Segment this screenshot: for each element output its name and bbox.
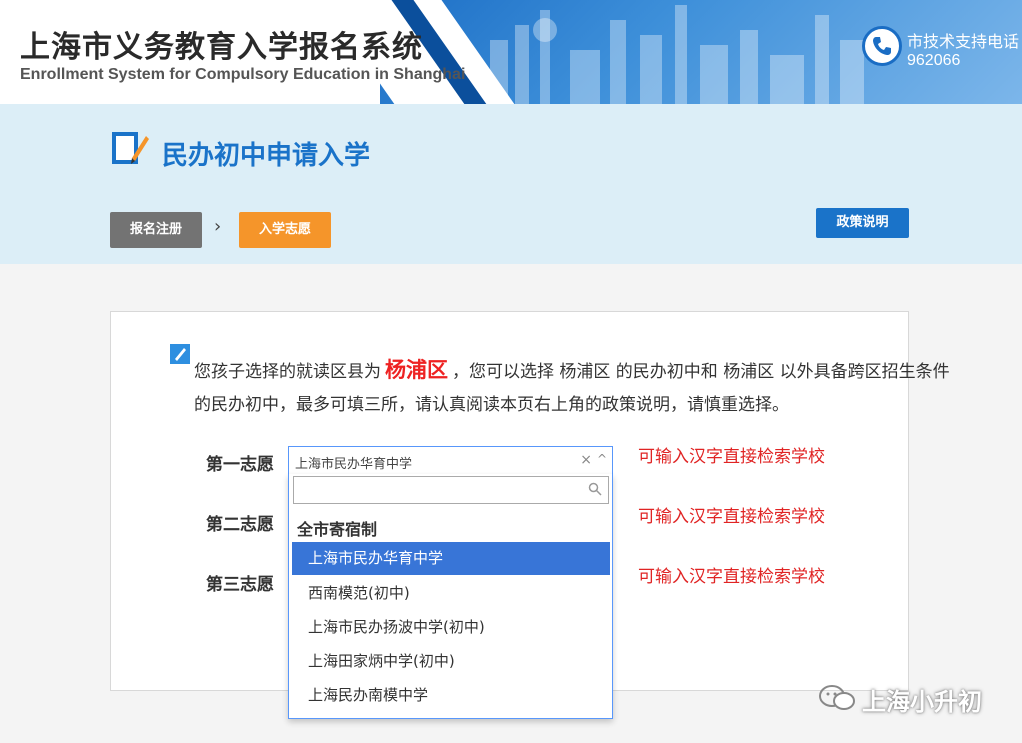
watermark: 上海小升初 — [818, 680, 998, 716]
phone-icon — [862, 26, 902, 66]
step-wishes[interactable]: 入学志愿 — [239, 212, 331, 248]
chevron-up-icon[interactable]: ^ — [597, 452, 607, 466]
school-dropdown: 全市寄宿制 上海市民办华育中学 西南模范(初中) 上海市民办扬波中学(初中) 上… — [288, 474, 613, 719]
skyline-graphic — [490, 5, 864, 104]
second-wish-hint: 可输入汉字直接检索学校 — [638, 507, 825, 527]
policy-button[interactable]: 政策说明 — [816, 208, 909, 238]
search-icon — [588, 482, 602, 496]
book-pen-icon — [112, 132, 149, 164]
selected-school: 上海市民办华育中学 — [295, 457, 413, 472]
intro-line-1: 您孩子选择的就读区县为 杨浦区 ，您可以选择 杨浦区 的民办初中和 杨浦区 以外具备… — [194, 354, 950, 384]
first-wish-hint: 可输入汉字直接检索学校 — [638, 447, 825, 467]
dropdown-option[interactable]: 上海田家炳中学(初中) — [292, 645, 610, 678]
step-registration[interactable]: 报名注册 — [110, 212, 202, 248]
watermark-text: 上海小升初 — [862, 688, 982, 716]
page-title: 民办初中申请入学 — [162, 141, 371, 171]
dropdown-option[interactable]: 上海市民办华育中学 — [292, 542, 610, 575]
pencil-icon — [170, 344, 190, 364]
second-wish-label: 第二志愿 — [206, 515, 274, 535]
dropdown-search-input[interactable] — [293, 476, 609, 504]
intro-suffix: ，您可以选择 杨浦区 的民办初中和 杨浦区 以外具备跨区招生条件 — [452, 362, 950, 382]
support-label: 市技术支持电话 — [907, 32, 1020, 51]
third-wish-hint: 可输入汉字直接检索学校 — [638, 567, 825, 587]
district-name: 杨浦区 — [385, 358, 448, 382]
site-header: 上海市义务教育入学报名系统 Enrollment System for Comp… — [0, 0, 1022, 104]
clear-icon[interactable]: × — [580, 452, 592, 468]
system-title-en: Enrollment System for Compulsory Educati… — [20, 66, 466, 83]
dropdown-option[interactable]: 西南模范(初中) — [292, 577, 610, 610]
dropdown-option[interactable]: 上海市民办扬波中学(初中) — [292, 611, 610, 644]
wechat-icon — [819, 685, 855, 710]
first-wish-select[interactable]: 上海市民办华育中学 × ^ — [288, 446, 613, 474]
third-wish-label: 第三志愿 — [206, 575, 274, 595]
support-phone-number: 962066 — [907, 52, 961, 69]
intro-line-2: 的民办初中，最多可填三所，请认真阅读本页右上角的政策说明，请慎重选择。 — [194, 395, 789, 415]
intro-prefix: 您孩子选择的就读区县为 — [194, 362, 381, 382]
dropdown-option[interactable]: 上海民办南模中学 — [292, 679, 610, 712]
first-wish-label: 第一志愿 — [206, 455, 274, 475]
system-title: 上海市义务教育入学报名系统 — [20, 30, 423, 65]
chevron-right-icon: › — [214, 216, 222, 237]
option-group-label: 全市寄宿制 — [297, 520, 378, 539]
